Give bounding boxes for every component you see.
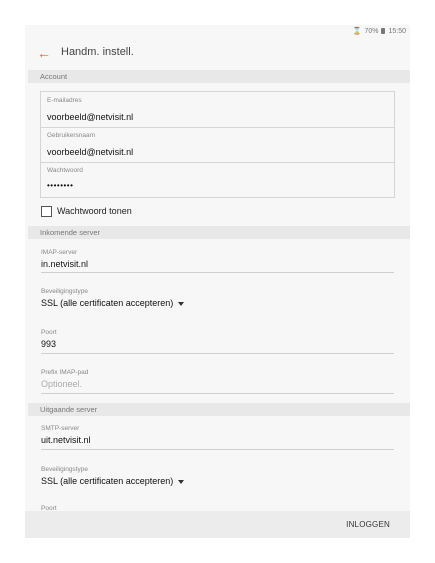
- incoming-port-label: Poort: [41, 329, 57, 336]
- incoming-port-field[interactable]: Poort 993: [41, 329, 394, 349]
- email-field[interactable]: E-mailadres voorbeeld@netvisit.nl: [41, 92, 394, 128]
- smtp-server-field[interactable]: SMTP-server uit.netvisit.nl: [41, 425, 394, 445]
- show-password-checkbox[interactable]: [41, 206, 52, 217]
- incoming-port-value: 993: [41, 339, 57, 349]
- battery-percent: 70%: [364, 27, 379, 35]
- incoming-security-field: Beveiligingstype SSL (alle certificaten …: [41, 288, 394, 308]
- show-password-label[interactable]: Wachtwoord tonen: [57, 206, 132, 216]
- username-value: voorbeeld@netvisit.nl: [47, 147, 134, 157]
- password-value: ••••••••: [47, 181, 74, 190]
- imap-prefix-label: Prefix IMAP-pad: [41, 369, 89, 376]
- username-field[interactable]: Gebruikersnaam voorbeeld@netvisit.nl: [41, 127, 394, 163]
- divider: [41, 449, 394, 450]
- section-header-outgoing: Uitgaande server: [28, 403, 410, 416]
- battery-icon: [381, 28, 386, 34]
- clock: 15:50: [388, 27, 406, 35]
- outgoing-security-label: Beveiligingstype: [41, 466, 88, 473]
- outgoing-security-value: SSL (alle certificaten accepteren): [41, 476, 174, 486]
- section-header-account: Account: [28, 70, 410, 83]
- email-value: voorbeeld@netvisit.nl: [47, 112, 134, 122]
- login-button[interactable]: INLOGGEN: [346, 520, 390, 529]
- imap-server-field[interactable]: IMAP-server in.netvisit.nl: [41, 249, 394, 269]
- imap-server-value: in.netvisit.nl: [41, 259, 89, 269]
- username-label: Gebruikersnaam: [47, 132, 96, 139]
- password-label: Wachtwoord: [47, 167, 83, 174]
- bottom-bar: INLOGGEN: [25, 511, 410, 538]
- smtp-server-label: SMTP-server: [41, 425, 80, 432]
- password-field[interactable]: Wachtwoord ••••••••: [41, 162, 394, 197]
- section-title: Account: [40, 72, 68, 81]
- divider: [41, 393, 394, 394]
- divider: [41, 272, 394, 273]
- incoming-security-value: SSL (alle certificaten accepteren): [41, 298, 174, 308]
- outgoing-security-field: Beveiligingstype SSL (alle certificaten …: [41, 466, 394, 486]
- status-bar: ⌛ 70% 15:50: [352, 27, 406, 36]
- divider: [41, 353, 394, 354]
- hourglass-icon: ⌛: [352, 28, 362, 35]
- incoming-security-label: Beveiligingstype: [41, 288, 88, 295]
- page-title: Handm. instell.: [61, 46, 134, 58]
- section-title: Uitgaande server: [40, 405, 98, 414]
- dropdown-arrow-icon: [178, 479, 185, 484]
- outgoing-security-dropdown[interactable]: SSL (alle certificaten accepteren): [41, 476, 394, 486]
- email-label: E-mailadres: [47, 97, 82, 104]
- incoming-security-dropdown[interactable]: SSL (alle certificaten accepteren): [41, 298, 394, 308]
- settings-screen: ⌛ 70% 15:50 ← Handm. instell. Account E-…: [25, 25, 410, 538]
- imap-server-label: IMAP-server: [41, 249, 78, 256]
- app-bar: ← Handm. instell.: [25, 39, 410, 69]
- dropdown-arrow-icon: [178, 301, 185, 306]
- smtp-server-value: uit.netvisit.nl: [41, 435, 91, 445]
- back-arrow-icon[interactable]: ←: [37, 45, 51, 61]
- imap-prefix-field[interactable]: Prefix IMAP-pad Optioneel.: [41, 369, 394, 389]
- section-header-incoming: Inkomende server: [28, 226, 410, 239]
- account-card: E-mailadres voorbeeld@netvisit.nl Gebrui…: [40, 91, 395, 198]
- imap-prefix-placeholder: Optioneel.: [41, 379, 83, 389]
- section-title: Inkomende server: [40, 228, 101, 237]
